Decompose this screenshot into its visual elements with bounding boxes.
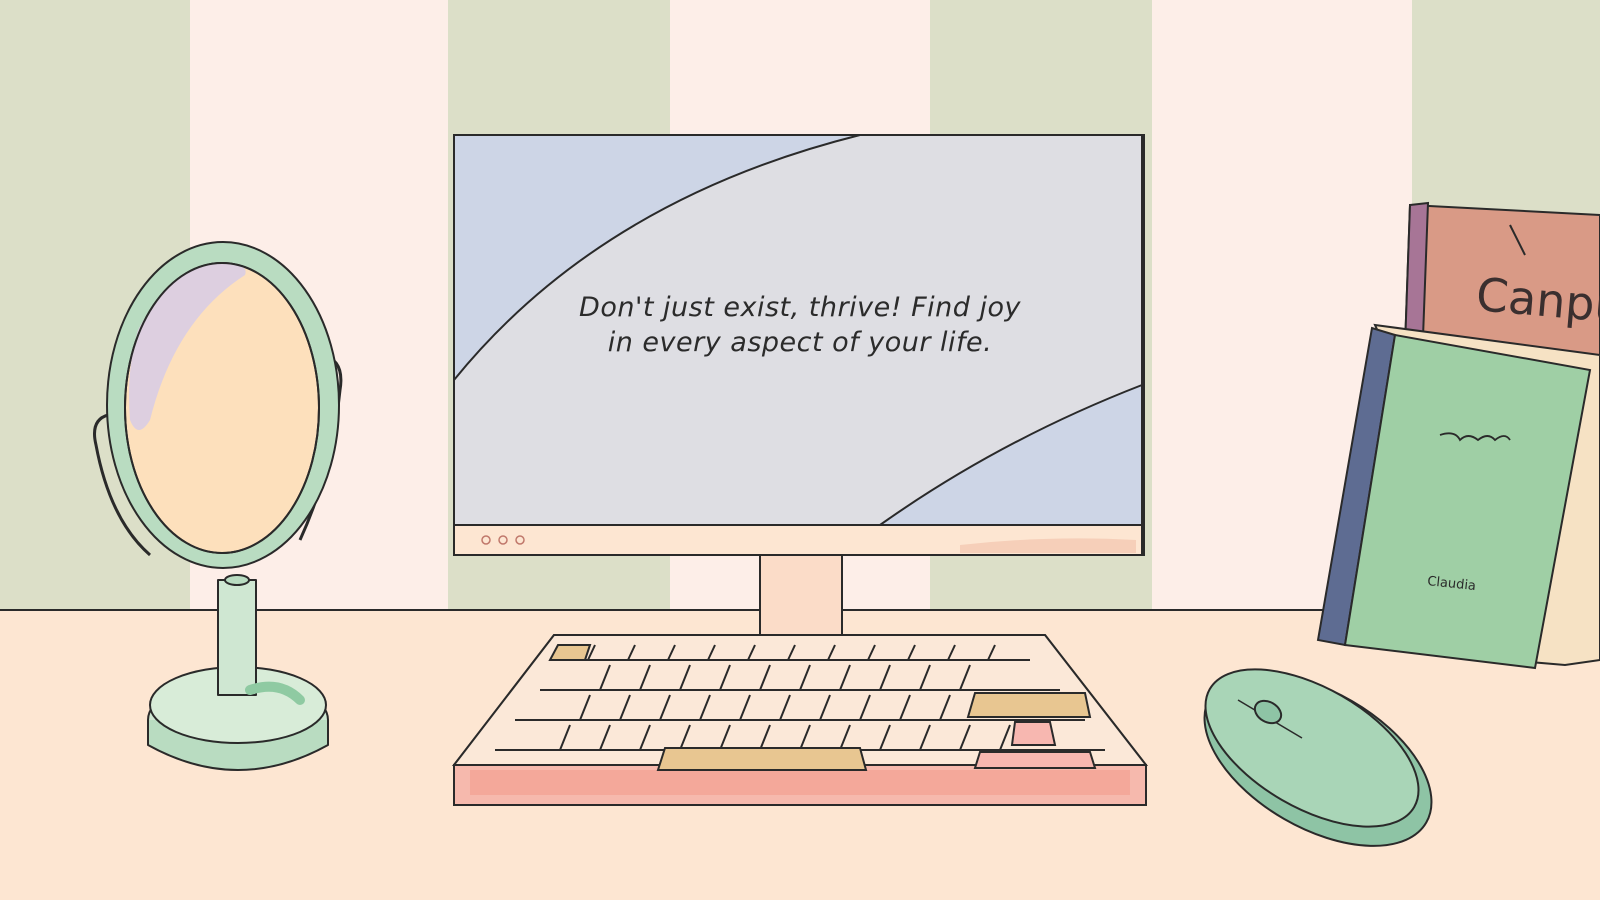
screen-quote: Don't just exist, thrive! Find joy in ev…	[460, 290, 1140, 360]
desk-scene: Canpu Claudia	[0, 0, 1600, 900]
quote-line-2: in every aspect of your life.	[607, 327, 993, 358]
quote-line-1: Don't just exist, thrive! Find joy	[579, 292, 1021, 323]
keyboard-icon	[451, 634, 1149, 806]
